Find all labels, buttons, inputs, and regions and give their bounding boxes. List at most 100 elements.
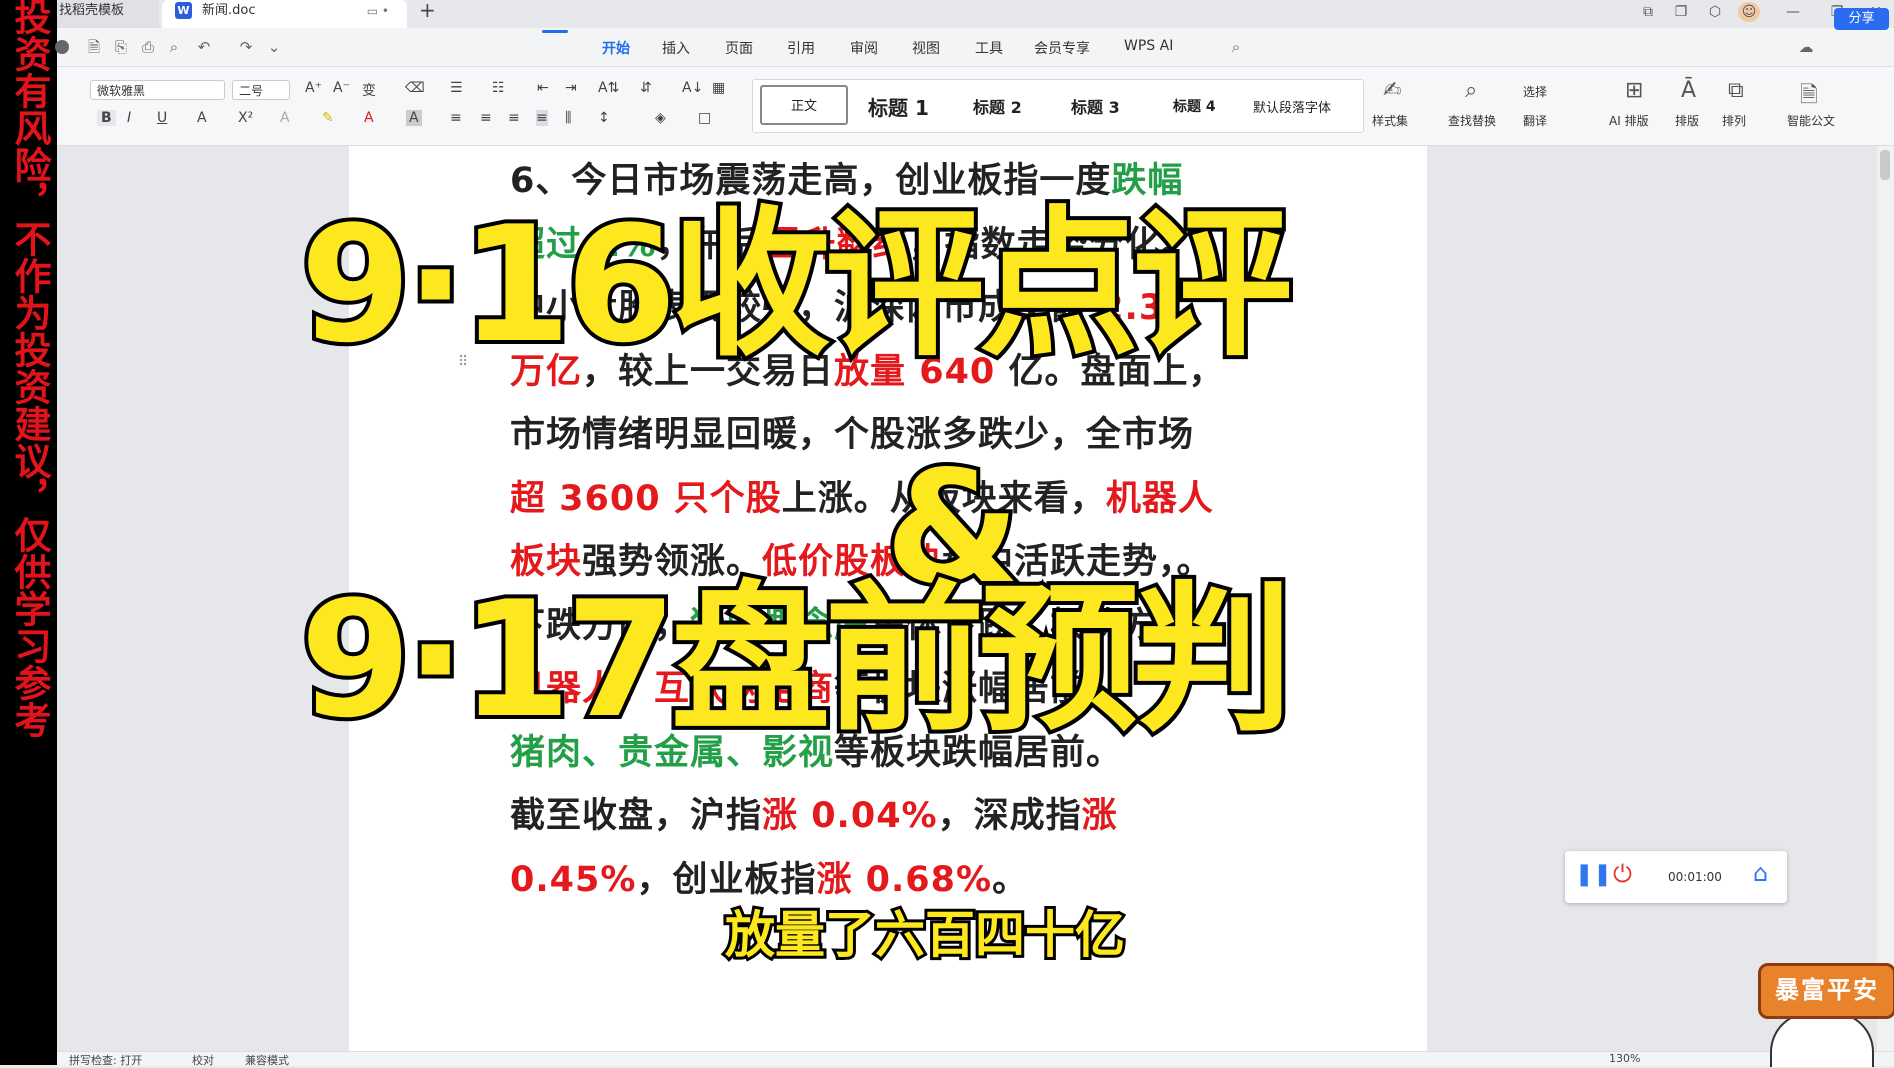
shading-icon[interactable]: ◈: [655, 110, 666, 126]
status-bar: 拼写检查: 打开 校对 兼容模式 130%: [57, 1051, 1894, 1068]
text-red-segment: 涨: [1081, 796, 1118, 836]
print-icon[interactable]: ⎙: [139, 38, 157, 56]
menu-home[interactable]: 开始: [602, 38, 630, 58]
phonetic-icon[interactable]: 变: [362, 80, 376, 100]
menu-wps-ai[interactable]: WPS AI: [1124, 38, 1173, 54]
scrollbar-thumb[interactable]: [1880, 150, 1890, 180]
tab-document[interactable]: W 新闻.doc ▭ •: [162, 0, 407, 28]
find-replace-label[interactable]: 查找替换: [1448, 112, 1496, 129]
cube-icon[interactable]: ⬡: [1704, 2, 1726, 22]
redo-icon[interactable]: ↷: [237, 38, 255, 56]
stop-recording-icon[interactable]: ⏻: [1613, 860, 1632, 888]
style-heading-2[interactable]: 标题 2: [973, 94, 1022, 118]
tab-controls-icon[interactable]: ▭ •: [367, 0, 389, 22]
ai-layout-label[interactable]: AI 排版: [1609, 112, 1649, 129]
increase-indent-icon[interactable]: ⇥: [565, 80, 577, 96]
bold-button[interactable]: B: [97, 110, 116, 126]
borders-icon[interactable]: □: [698, 110, 711, 126]
window-icon[interactable]: ❐: [1670, 2, 1692, 22]
screenshot-icon[interactable]: ⧉: [1637, 2, 1659, 22]
align-center-icon[interactable]: ≡: [480, 110, 492, 126]
align-right-icon[interactable]: ≡: [508, 110, 520, 126]
export-icon[interactable]: ⎘: [112, 38, 130, 56]
font-grow-icon[interactable]: A⁺: [305, 80, 322, 96]
text-direction-icon[interactable]: A⇅: [598, 80, 619, 96]
share-button[interactable]: 分享: [1834, 8, 1889, 30]
find-replace-icon[interactable]: ⌕: [1465, 78, 1477, 103]
font-shrink-icon[interactable]: A⁻: [333, 80, 350, 96]
layout-icon[interactable]: Ā: [1681, 78, 1696, 103]
pause-icon[interactable]: ❚❚: [1575, 862, 1612, 887]
home-icon[interactable]: ⌂: [1753, 859, 1768, 887]
cat-mascot-image: [1770, 1012, 1874, 1067]
menu-tools[interactable]: 工具: [975, 38, 1003, 58]
menu-references[interactable]: 引用: [787, 38, 815, 58]
text-segment: ，创业板指: [636, 859, 817, 900]
menu-dot-icon[interactable]: [55, 40, 69, 54]
style-set-label[interactable]: 样式集: [1372, 112, 1408, 129]
table-grid-icon[interactable]: ▦: [712, 80, 725, 96]
menu-page[interactable]: 页面: [725, 38, 753, 58]
sort-icon[interactable]: ⇵: [640, 80, 652, 96]
save-icon[interactable]: 🗎: [85, 38, 103, 56]
smart-doc-icon[interactable]: 🗎: [1800, 78, 1818, 116]
justify-icon[interactable]: ≡: [536, 110, 548, 126]
menu-view[interactable]: 视图: [912, 38, 940, 58]
align-left-icon[interactable]: ≡: [450, 110, 462, 126]
translate-button[interactable]: 翻译: [1523, 112, 1547, 129]
text-segment: ，深成指: [937, 796, 1082, 836]
style-normal[interactable]: 正文: [760, 85, 848, 125]
wps-writer-icon: W: [175, 2, 192, 19]
document-line[interactable]: 截至收盘，沪指涨 0.04%，深成指涨: [510, 785, 1270, 849]
style-heading-3[interactable]: 标题 3: [1071, 94, 1120, 118]
numbering-icon[interactable]: ☷: [492, 80, 505, 96]
line-spacing-icon[interactable]: ↕: [598, 110, 610, 126]
select-button[interactable]: 选择: [1523, 83, 1547, 100]
spell-check-status[interactable]: 拼写检查: 打开: [69, 1052, 142, 1068]
style-default-paragraph-font[interactable]: 默认段落字体: [1253, 97, 1331, 116]
style-heading-1[interactable]: 标题 1: [868, 92, 929, 121]
font-color-icon[interactable]: A: [364, 110, 374, 126]
underline-button[interactable]: U: [157, 110, 167, 126]
menu-review[interactable]: 审阅: [850, 38, 878, 58]
bullets-icon[interactable]: ☰: [450, 80, 463, 96]
quick-access-dropdown-icon[interactable]: ⌄: [265, 38, 283, 56]
cloud-icon[interactable]: ☁: [1797, 38, 1815, 56]
layout-label[interactable]: 排版: [1675, 112, 1699, 129]
font-size-select[interactable]: 二号: [232, 80, 290, 100]
avatar[interactable]: ☺: [1738, 2, 1760, 22]
menu-member[interactable]: 会员专享: [1034, 38, 1090, 58]
tab-template[interactable]: 找稻壳模板: [57, 0, 159, 28]
vertical-scrollbar[interactable]: [1877, 146, 1894, 1051]
clear-format-icon[interactable]: ⌫: [405, 80, 425, 96]
proofread-status[interactable]: 校对: [192, 1052, 214, 1068]
zoom-level[interactable]: 130%: [1609, 1052, 1640, 1065]
highlight-icon[interactable]: ✎: [322, 110, 334, 126]
menu-insert[interactable]: 插入: [662, 38, 690, 58]
strikethrough-button[interactable]: A: [197, 110, 207, 126]
smart-doc-label[interactable]: 智能公文: [1787, 112, 1835, 129]
text-red-segment: 0.45%: [510, 859, 637, 900]
warning-strip: 投资有风险，不作为投资建议，仅供学习参考: [0, 0, 57, 1065]
arrange-icon[interactable]: ⧉: [1728, 78, 1744, 103]
font-name-select[interactable]: 微软雅黑: [90, 80, 225, 100]
sort-az-icon[interactable]: A↓: [682, 80, 703, 96]
distribute-icon[interactable]: ⫼: [565, 110, 571, 126]
minimize-icon[interactable]: —: [1782, 2, 1804, 22]
ai-layout-icon[interactable]: ⊞: [1625, 78, 1643, 103]
text-red-segment: 机器人: [1105, 478, 1214, 519]
text-red-segment: 涨 0.04%: [762, 796, 938, 836]
text-effect-icon[interactable]: A: [280, 110, 290, 126]
arrange-label[interactable]: 排列: [1722, 112, 1746, 129]
search-icon[interactable]: ⌕: [1227, 38, 1245, 56]
undo-icon[interactable]: ↶: [195, 38, 213, 56]
style-set-icon[interactable]: ✍: [1383, 78, 1401, 103]
superscript-button[interactable]: X²: [238, 110, 253, 126]
compat-mode-status: 兼容模式: [245, 1054, 289, 1067]
italic-button[interactable]: I: [127, 110, 131, 126]
decrease-indent-icon[interactable]: ⇤: [537, 80, 549, 96]
new-tab-button[interactable]: +: [419, 0, 436, 20]
style-heading-4[interactable]: 标题 4: [1173, 96, 1216, 116]
print-preview-icon[interactable]: ⌕: [165, 38, 183, 56]
char-shading-icon[interactable]: A: [406, 110, 422, 126]
